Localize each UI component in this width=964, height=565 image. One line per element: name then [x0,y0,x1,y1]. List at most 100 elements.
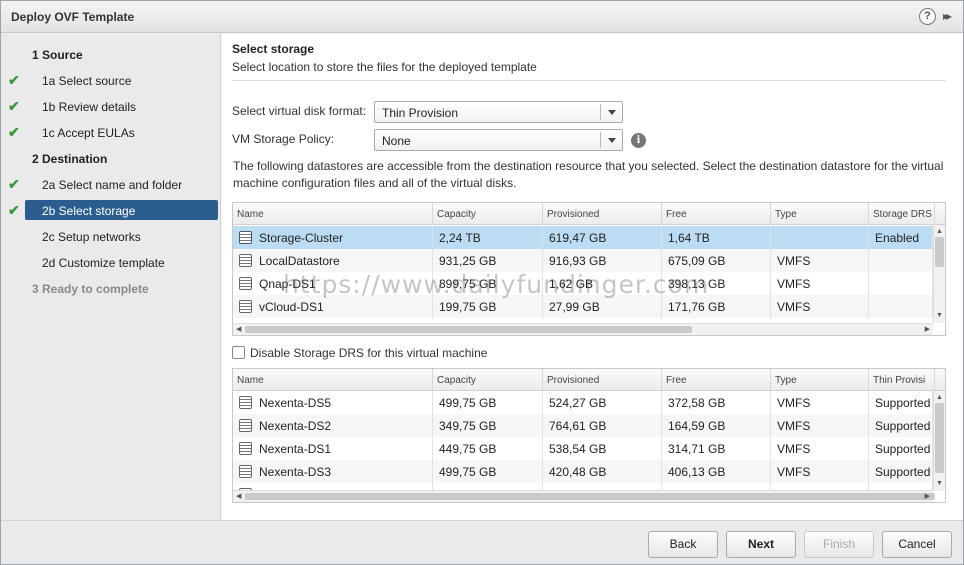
table-row[interactable]: Nexenta-DS3 499,75 GB 420,48 GB 406,13 GB VM… [233,460,933,483]
column-header[interactable]: Name [233,203,433,225]
column-header[interactable]: Type [771,369,869,391]
wizard-step[interactable]: ✔ 1b Review details [1,96,220,117]
table-cell: VMFS [771,414,869,437]
horizontal-scrollbar[interactable]: ◀ ▶ [233,490,935,502]
wizard-step-label: 2b Select storage [42,204,136,218]
table-row[interactable]: vCloud-DS1 199,75 GB 27,99 GB 171,76 GB VMFS [233,295,933,318]
chevron-down-icon [608,110,616,115]
datastore-name: Nexenta-DS5 [259,396,332,410]
scroll-thumb[interactable] [245,326,692,333]
help-icon[interactable]: ? [919,8,936,25]
datastore-name: Nexenta-DS3 [259,465,332,479]
table-cell: 499,75 GB [433,391,543,414]
table-cell: 449,75 GB [433,437,543,460]
scroll-thumb[interactable] [935,237,944,267]
wizard-step[interactable]: 1 Source [1,44,220,65]
wizard-step-label: 1c Accept EULAs [42,126,135,140]
wizard-step[interactable]: ✔ 1a Select source [1,70,220,91]
table-cell: VMFS [771,249,869,272]
datastore-name: Nexenta-DS2 [259,419,332,433]
storage-policy-select[interactable]: None [374,129,623,151]
datastore-icon [239,442,252,455]
datastore-name: Storage-Cluster [259,231,344,245]
table-row[interactable]: Storage-Cluster 2,24 TB 619,47 GB 1,64 TB En… [233,226,933,249]
column-header[interactable]: Free [662,203,771,225]
table-cell: 164,59 GB [662,414,771,437]
table-row[interactable]: Nexenta-DS1 449,75 GB 538,54 GB 314,71 GB VM… [233,437,933,460]
column-header[interactable]: Provisioned [543,369,662,391]
cancel-button[interactable]: Cancel [882,531,952,558]
info-icon[interactable]: i [631,133,646,148]
wizard-step-label: 1 Source [32,48,83,62]
table-cell: 1,64 TB [662,226,771,249]
scroll-thumb[interactable] [245,493,935,500]
table-row[interactable]: Nexenta-DS2 349,75 GB 764,61 GB 164,59 GB VM… [233,414,933,437]
wizard-step[interactable]: 2d Customize template [1,252,220,273]
scroll-down-icon[interactable]: ▼ [934,480,945,488]
wizard-step-label: 2d Customize template [42,256,165,270]
column-header[interactable]: Storage DRS [869,203,935,225]
name-cell: Nexenta-DS3 [233,460,433,483]
table-row[interactable]: LocalDatastore 931,25 GB 916,93 GB 675,09 G… [233,249,933,272]
wizard-step-label: 3 Ready to complete [32,282,149,296]
column-header[interactable]: Provisioned [543,203,662,225]
scroll-left-icon[interactable]: ◀ [236,325,241,333]
disk-format-value: Thin Provision [382,106,459,120]
finish-button[interactable]: Finish [804,531,874,558]
next-button[interactable]: Next [726,531,796,558]
vertical-scrollbar[interactable]: ▲ ▼ [933,391,945,491]
table-row[interactable]: Qnap-DS1 899,75 GB 1,62 GB 398,13 GB VMFS [233,272,933,295]
column-header[interactable]: Type [771,203,869,225]
vertical-scrollbar[interactable]: ▲ ▼ [933,225,945,323]
scroll-up-icon[interactable]: ▲ [934,394,945,402]
wizard-step[interactable]: ✔ 1c Accept EULAs [1,122,220,143]
column-header[interactable]: Capacity [433,369,543,391]
back-button[interactable]: Back [648,531,718,558]
disable-drs-label: Disable Storage DRS for this virtual mac… [250,346,488,360]
scroll-up-icon[interactable]: ▲ [934,228,945,236]
wizard-step-label: 1a Select source [42,74,132,88]
table-cell: 619,47 GB [543,226,662,249]
datastore-description: The following datastores are accessible … [233,159,944,190]
datastore-name: vCloud-DS1 [259,300,324,314]
table-header: Name Capacity Provisioned Free Type Thin Prov… [233,369,945,391]
window-title: Deploy OVF Template [11,10,135,24]
wizard-step-label: 2 Destination [32,152,108,166]
scroll-thumb[interactable] [935,403,944,473]
table-row[interactable]: Nexenta-DS5 499,75 GB 524,27 GB 372,58 GB VM… [233,391,933,414]
datastore-name: Nexenta-DS1 [259,442,332,456]
table-cell: 538,54 GB [543,437,662,460]
table-cell: 406,13 GB [662,460,771,483]
checkmark-icon: ✔ [8,176,20,192]
scroll-left-icon[interactable]: ◀ [236,492,241,500]
wizard-step[interactable]: ✔ 2b Select storage [1,200,220,221]
divider [600,132,601,148]
scroll-right-icon[interactable]: ▶ [925,325,930,333]
table-cell: 1,62 GB [543,272,662,295]
cluster-datastore-table: Name Capacity Provisioned Free Type Thin Prov… [232,368,946,503]
datastore-name: LocalDatastore [259,254,340,268]
table-cell: 349,75 GB [433,414,543,437]
column-header[interactable]: Free [662,369,771,391]
wizard-step[interactable]: 2 Destination [1,148,220,169]
horizontal-scrollbar[interactable]: ◀ ▶ [233,323,933,335]
name-cell: Qnap-DS1 [233,272,433,295]
column-header[interactable]: Thin Provisi [869,369,935,391]
expand-icon[interactable]: ▸▸ [943,9,952,23]
disable-drs-checkbox[interactable] [232,346,245,359]
name-cell: Storage-Cluster [233,226,433,249]
checkmark-icon: ✔ [8,72,20,88]
column-header[interactable]: Capacity [433,203,543,225]
datastore-table: Name Capacity Provisioned Free Type Storage D… [232,202,946,336]
table-cell: 2,24 TB [433,226,543,249]
disk-format-select[interactable]: Thin Provision [374,101,623,123]
scroll-right-icon[interactable]: ▶ [925,492,930,500]
wizard-step[interactable]: 2c Setup networks [1,226,220,247]
scroll-down-icon[interactable]: ▼ [934,312,945,320]
deploy-ovf-dialog: Deploy OVF Template ? ▸▸ 1 Source ✔ 1a Sel… [0,0,964,565]
column-header[interactable]: Name [233,369,433,391]
wizard-step[interactable]: ✔ 2a Select name and folder [1,174,220,195]
datastore-icon [239,419,252,432]
table-cell: VMFS [771,391,869,414]
table-cell [771,226,869,249]
